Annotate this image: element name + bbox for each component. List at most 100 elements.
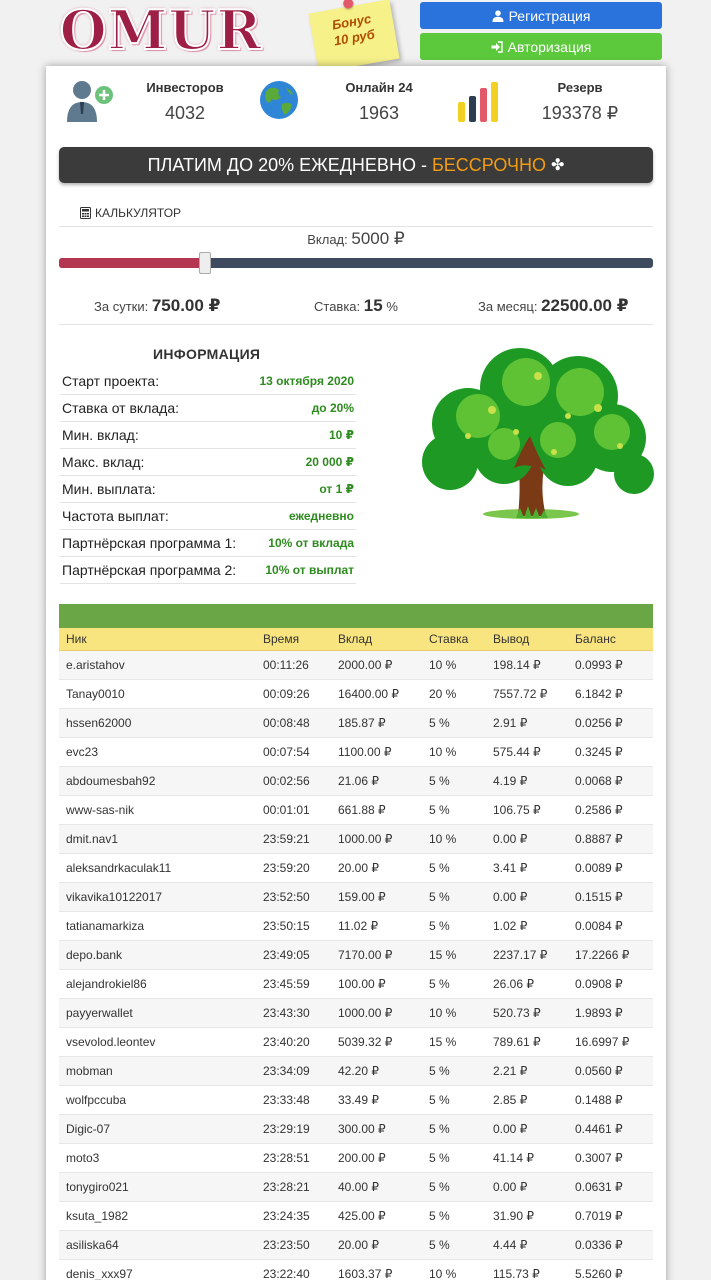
- table-cell: 0.1515 ₽: [568, 882, 653, 912]
- banner-accent: БЕССРОЧНО: [431, 154, 546, 175]
- table-cell: 00:07:54: [256, 737, 331, 767]
- info-row: Партнёрская программа 2: 10% от выплат: [60, 557, 356, 584]
- column-header[interactable]: Ник: [59, 628, 256, 651]
- table-cell: 0.1488 ₽: [568, 1085, 653, 1115]
- table-cell: 5 %: [422, 969, 486, 999]
- table-cell: 4.19 ₽: [486, 766, 568, 796]
- table-cell: 5 %: [422, 1085, 486, 1115]
- table-cell: 5 %: [422, 911, 486, 941]
- table-cell: 2.85 ₽: [486, 1085, 568, 1115]
- slider-handle[interactable]: [199, 252, 211, 274]
- table-cell: 300.00 ₽: [331, 1114, 422, 1144]
- table-cell: mobman: [59, 1056, 256, 1086]
- info-value: 10% от выплат: [265, 563, 354, 577]
- sign-in-icon: [491, 40, 503, 53]
- site-logo[interactable]: OMUR: [50, 0, 272, 62]
- table-cell: aleksandrkaculak11: [59, 853, 256, 883]
- table-cell: 26.06 ₽: [486, 969, 568, 999]
- table-cell: 21.06 ₽: [331, 766, 422, 796]
- rate-label: Ставка:: [314, 299, 361, 314]
- table-header-row: Ник Время Вклад Ставка Вывод Баланс: [59, 628, 653, 651]
- info-row: Мин. выплата: от 1 ₽: [60, 476, 356, 503]
- info-label: Ставка от вклада:: [62, 400, 179, 416]
- table-cell: 575.44 ₽: [486, 737, 568, 767]
- table-cell: 23:22:40: [256, 1259, 331, 1280]
- column-header[interactable]: Время: [256, 628, 331, 651]
- info-title: ИНФОРМАЦИЯ: [153, 346, 261, 362]
- table-cell: tatianamarkiza: [59, 911, 256, 941]
- divider: [59, 324, 653, 325]
- table-cell: 200.00 ₽: [331, 1143, 422, 1173]
- table-row: vsevolod.leontev 23:40:20 5039.32 ₽15 % 789…: [59, 1027, 653, 1057]
- table-cell: 0.0336 ₽: [568, 1230, 653, 1260]
- table-cell: 5039.32 ₽: [331, 1027, 422, 1057]
- table-cell: moto3: [59, 1143, 256, 1173]
- info-label: Партнёрская программа 2:: [62, 562, 237, 578]
- add-user-icon: [67, 81, 113, 122]
- table-cell: vsevolod.leontev: [59, 1027, 256, 1057]
- table-cell: 11.02 ₽: [331, 911, 422, 941]
- table-cell: 100.00 ₽: [331, 969, 422, 999]
- table-cell: ksuta_1982: [59, 1201, 256, 1231]
- table-cell: 23:52:50: [256, 882, 331, 912]
- table-cell: Tanay0010: [59, 679, 256, 709]
- table-cell: 16400.00 ₽: [331, 679, 422, 709]
- column-header[interactable]: Ставка: [422, 628, 486, 651]
- table-cell: 23:50:15: [256, 911, 331, 941]
- login-button[interactable]: Авторизация: [420, 33, 662, 60]
- table-cell: 40.00 ₽: [331, 1172, 422, 1202]
- rate-display: Ставка: 15 %: [314, 296, 398, 316]
- table-cell: 0.3245 ₽: [568, 737, 653, 767]
- monthly-profit: За месяц: 22500.00 ₽: [478, 296, 629, 316]
- info-value: 20 000 ₽: [305, 455, 354, 469]
- table-row: wolfpccuba 23:33:48 33.49 ₽5 % 2.85 ₽0.1488…: [59, 1085, 653, 1115]
- table-row: abdoumesbah92 00:02:56 21.06 ₽5 % 4.19 ₽0.0…: [59, 766, 653, 796]
- table-cell: 1000.00 ₽: [331, 824, 422, 854]
- info-list: Старт проекта: 13 октября 2020 Ставка от в…: [60, 368, 356, 584]
- table-cell: 10 %: [422, 998, 486, 1028]
- column-header[interactable]: Вклад: [331, 628, 422, 651]
- table-row: asiliska64 23:23:50 20.00 ₽5 % 4.44 ₽0.0336…: [59, 1230, 653, 1260]
- table-cell: 20 %: [422, 679, 486, 709]
- table-cell: 23:43:30: [256, 998, 331, 1028]
- bar-chart-icon: [458, 82, 498, 122]
- table-cell: 23:59:20: [256, 853, 331, 883]
- table-cell: 1.02 ₽: [486, 911, 568, 941]
- table-row: vikavika10122017 23:52:50 159.00 ₽5 % 0.00 …: [59, 882, 653, 912]
- table-cell: 425.00 ₽: [331, 1201, 422, 1231]
- register-button[interactable]: Регистрация: [420, 2, 662, 29]
- column-header[interactable]: Вывод: [486, 628, 568, 651]
- table-cell: 23:33:48: [256, 1085, 331, 1115]
- table-cell: 0.00 ₽: [486, 1172, 568, 1202]
- table-cell: 5 %: [422, 1114, 486, 1144]
- logo-text: OMUR: [59, 0, 263, 62]
- table-row: payyerwallet 23:43:30 1000.00 ₽10 % 520.73 …: [59, 998, 653, 1028]
- main-card: Инвесторов 4032 Онлайн 24 1963 Резерв 19…: [46, 66, 666, 1280]
- online-label: Онлайн 24: [345, 80, 413, 95]
- deposit-slider[interactable]: [59, 252, 653, 274]
- table-row: tonygiro021 23:28:21 40.00 ₽5 % 0.00 ₽0.063…: [59, 1172, 653, 1202]
- divider: [59, 226, 653, 227]
- slider-fill: [59, 258, 205, 268]
- table-cell: 6.1842 ₽: [568, 679, 653, 709]
- column-header[interactable]: Баланс: [568, 628, 653, 651]
- table-row: depo.bank 23:49:05 7170.00 ₽15 % 2237.17 ₽1…: [59, 940, 653, 970]
- table-cell: 0.0089 ₽: [568, 853, 653, 883]
- investors-label: Инвесторов: [146, 80, 224, 95]
- table-cell: 1603.37 ₽: [331, 1259, 422, 1280]
- table-cell: 23:23:50: [256, 1230, 331, 1260]
- table-row: denis_xxx97 23:22:40 1603.37 ₽10 % 115.73 ₽…: [59, 1259, 653, 1280]
- table-cell: 23:24:35: [256, 1201, 331, 1231]
- table-cell: wolfpccuba: [59, 1085, 256, 1115]
- info-value: 13 октября 2020: [259, 374, 354, 388]
- table-cell: 00:09:26: [256, 679, 331, 709]
- table-cell: e.aristahov: [59, 650, 256, 680]
- investors-value: 4032: [164, 103, 206, 123]
- info-label: Частота выплат:: [62, 508, 169, 524]
- daily-profit: За сутки: 750.00 ₽: [94, 296, 220, 316]
- table-cell: payyerwallet: [59, 998, 256, 1028]
- table-row: www-sas-nik 00:01:01 661.88 ₽5 % 106.75 ₽0.…: [59, 795, 653, 825]
- table-cell: evc23: [59, 737, 256, 767]
- table-row: e.aristahov 00:11:26 2000.00 ₽10 % 198.14 ₽…: [59, 650, 653, 680]
- bonus-sticker[interactable]: Бонус 10 руб: [308, 0, 400, 73]
